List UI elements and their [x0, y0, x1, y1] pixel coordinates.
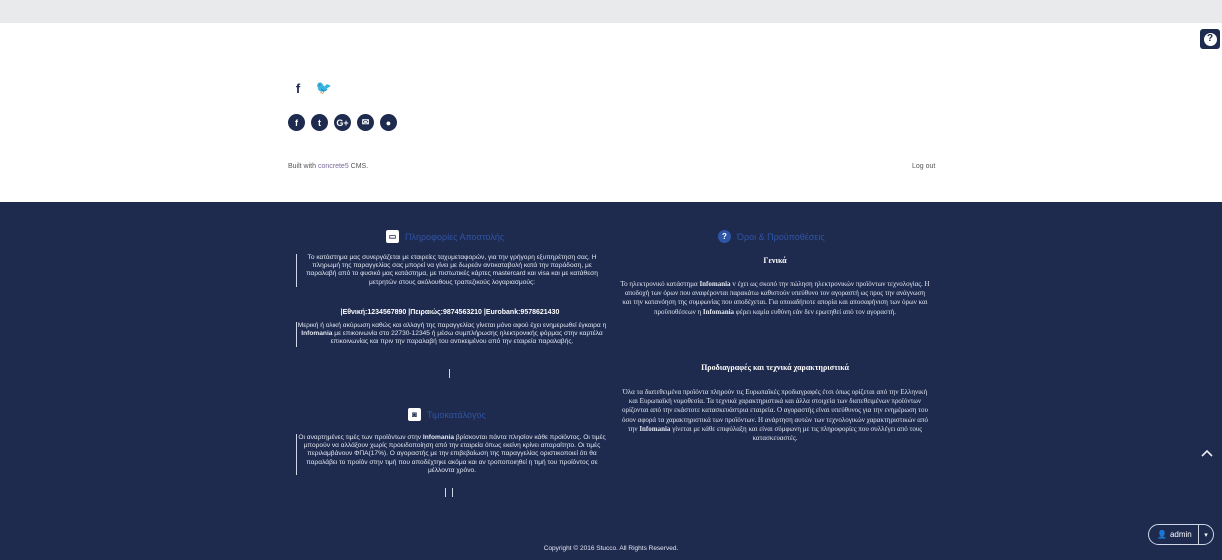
admin-dropdown-toggle[interactable]: ▾ — [1198, 525, 1213, 544]
admin-label: admin — [1169, 530, 1192, 539]
built-prefix: Built with — [288, 163, 318, 170]
terms-heading: ? Όροι & Προϋποθέσεις — [718, 230, 825, 243]
general-heading: Γενικά — [763, 256, 787, 265]
question-icon: ? — [1203, 32, 1217, 46]
shipping-heading: ▭ Πληροφορίες Αποστολής — [386, 230, 504, 243]
pricelist-heading: ◙ Τιμοκατάλογος — [408, 408, 486, 421]
twitter-icon[interactable]: 🐦 — [314, 78, 334, 98]
copyright-text: Copyright © 2016 Stucco. All Rights Rese… — [543, 545, 679, 552]
scroll-top-chevron-icon[interactable] — [1200, 446, 1214, 460]
spec-text: Όλα τα διατεθειμένα προϊόντα πληρούν τις… — [620, 388, 930, 443]
credit-card-icon: ▭ — [386, 230, 399, 243]
question-circle-icon: ? — [718, 230, 731, 243]
shipping-text: Το κατάστημα μας συνεργάζεται με εταιρεί… — [296, 254, 607, 287]
pricelist-text: Οι αναρτημένες τιμές των προϊόντων στην … — [296, 434, 607, 476]
email-circle-icon[interactable]: ✉ — [357, 114, 374, 131]
user-icon: 👤 — [1157, 530, 1167, 539]
general-text: Το ηλεκτρονικό κατάστημα Infomania v έχε… — [620, 280, 930, 317]
logout-link[interactable]: Log out — [912, 163, 935, 170]
shipping-cancellation-text: Μερική ή ολική ακύρωση καθώς και αλλαγή … — [296, 322, 607, 347]
spec-post: γίνεται με κάθε επιφύλαξη και είναι σύμφ… — [670, 424, 923, 443]
top-bar — [0, 0, 1222, 23]
footer-section: ▭ Πληροφορίες Αποστολής Το κατάστημα μας… — [0, 202, 1222, 560]
brand-name: Infomania — [639, 424, 671, 433]
social-share-round: f t G+ ✉ ● — [288, 114, 397, 131]
social-links-plain: f 🐦 — [288, 78, 334, 98]
reddit-circle-icon[interactable]: ● — [380, 114, 397, 131]
divider — [449, 369, 450, 378]
admin-label-wrap: 👤 admin — [1149, 530, 1198, 539]
money-icon: ◙ — [408, 408, 421, 421]
divider — [452, 488, 453, 497]
built-with-text: Built with concrete5 CMS. — [288, 163, 368, 170]
price-pre: Οι αναρτημένες τιμές των προϊόντων στην — [298, 434, 423, 441]
brand-name: Infomania — [699, 280, 731, 288]
brand-name: Infomania — [702, 307, 735, 316]
pricelist-title: Τιμοκατάλογος — [427, 409, 486, 420]
facebook-circle-icon[interactable]: f — [288, 114, 305, 131]
terms-title: Όροι & Προϋποθέσεις — [737, 231, 825, 242]
facebook-icon[interactable]: f — [288, 78, 308, 98]
admin-menu-button[interactable]: 👤 admin ▾ — [1148, 524, 1214, 545]
cancel-post: με επικοινωνία στο 22730-12345 ή μέσω συ… — [330, 330, 603, 346]
shipping-title: Πληροφορίες Αποστολής — [405, 231, 505, 242]
general-post: φέρει καμία ευθύνη εάν δεν ερωτηθεί από … — [734, 307, 897, 316]
twitter-circle-icon[interactable]: t — [311, 114, 328, 131]
googleplus-circle-icon[interactable]: G+ — [334, 114, 351, 131]
general-pre: Το ηλεκτρονικό κατάστημα — [620, 280, 700, 288]
help-button[interactable]: ? — [1200, 29, 1220, 49]
brand-name: Infomania — [301, 330, 333, 338]
bank-accounts: |Εθνική:1234567890 |Πειραιώς:9874563210 … — [340, 309, 560, 316]
cancel-pre: Μερική ή ολική ακύρωση καθώς και αλλαγή … — [297, 322, 607, 329]
brand-name: Infomania — [422, 434, 455, 441]
built-suffix: CMS. — [348, 163, 369, 170]
divider — [445, 488, 446, 497]
concrete5-link[interactable]: concrete5 — [318, 163, 349, 170]
spec-heading: Προδιαγραφές και τεχνικά χαρακτηριστικά — [701, 363, 849, 372]
